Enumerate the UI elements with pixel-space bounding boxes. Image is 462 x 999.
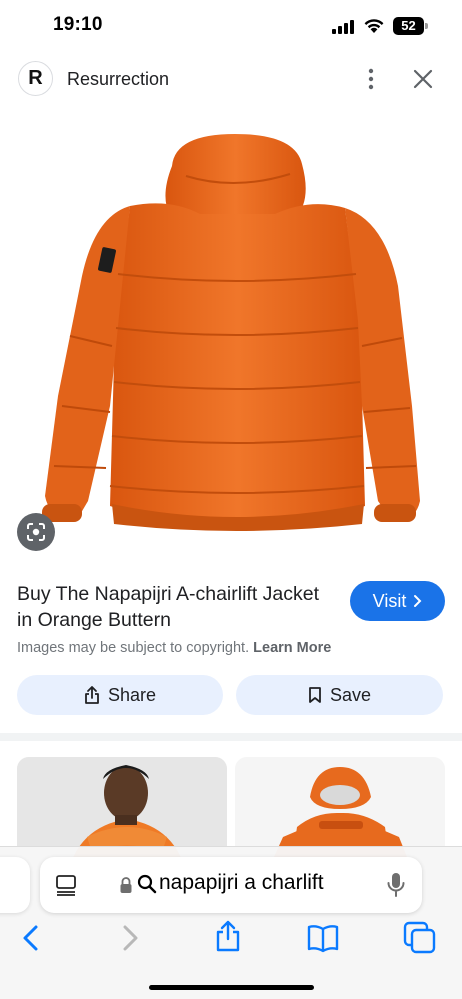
search-icon	[137, 874, 157, 894]
bookmarks-icon[interactable]	[306, 921, 340, 955]
home-indicator[interactable]	[149, 985, 314, 990]
address-bar[interactable]: napapijri a charlift	[40, 857, 422, 913]
previous-tab-peek[interactable]	[0, 857, 30, 913]
lock-icon	[120, 877, 132, 893]
google-lens-icon	[27, 523, 45, 541]
status-time: 19:10	[53, 14, 103, 35]
source-logo[interactable]: R	[18, 61, 53, 96]
close-icon[interactable]	[410, 66, 436, 92]
share-label: Share	[107, 684, 157, 705]
copyright-text: Images may be subject to copyright.	[17, 640, 250, 656]
battery-icon: 52	[393, 17, 428, 35]
share-button[interactable]: Share	[17, 675, 223, 715]
copyright-notice: Images may be subject to copyright. Lear…	[17, 640, 331, 656]
status-bar: 19:10 52	[0, 0, 462, 54]
section-divider	[0, 733, 462, 741]
tabs-icon[interactable]	[403, 921, 437, 955]
lens-search-button[interactable]	[17, 513, 55, 551]
back-arrow-icon[interactable]	[14, 921, 48, 955]
save-button[interactable]: Save	[236, 675, 443, 715]
share-icon	[85, 686, 99, 704]
browser-toolbar: napapijri a charlift	[0, 846, 462, 999]
learn-more-link[interactable]: Learn More	[253, 640, 331, 656]
cellular-signal-icon	[332, 20, 354, 34]
source-name[interactable]: Resurrection	[67, 69, 169, 90]
result-header: R Resurrection	[0, 58, 462, 100]
more-options-icon[interactable]	[358, 66, 384, 92]
visit-button[interactable]: Visit	[350, 581, 445, 621]
microphone-icon[interactable]	[386, 871, 406, 899]
page-menu-icon[interactable]	[54, 873, 78, 897]
forward-arrow-icon[interactable]	[113, 921, 147, 955]
battery-level: 52	[401, 18, 416, 33]
share-sheet-icon[interactable]	[211, 919, 245, 953]
save-label: Save	[329, 684, 372, 705]
chevron-right-icon	[414, 595, 422, 607]
wifi-icon	[364, 19, 384, 33]
address-text[interactable]: napapijri a charlift	[159, 871, 324, 895]
product-image[interactable]	[0, 106, 462, 564]
product-title[interactable]: Buy The Napapijri A-chairlift Jacket in …	[17, 581, 337, 633]
bookmark-icon	[309, 687, 321, 703]
visit-label: Visit	[372, 590, 407, 611]
